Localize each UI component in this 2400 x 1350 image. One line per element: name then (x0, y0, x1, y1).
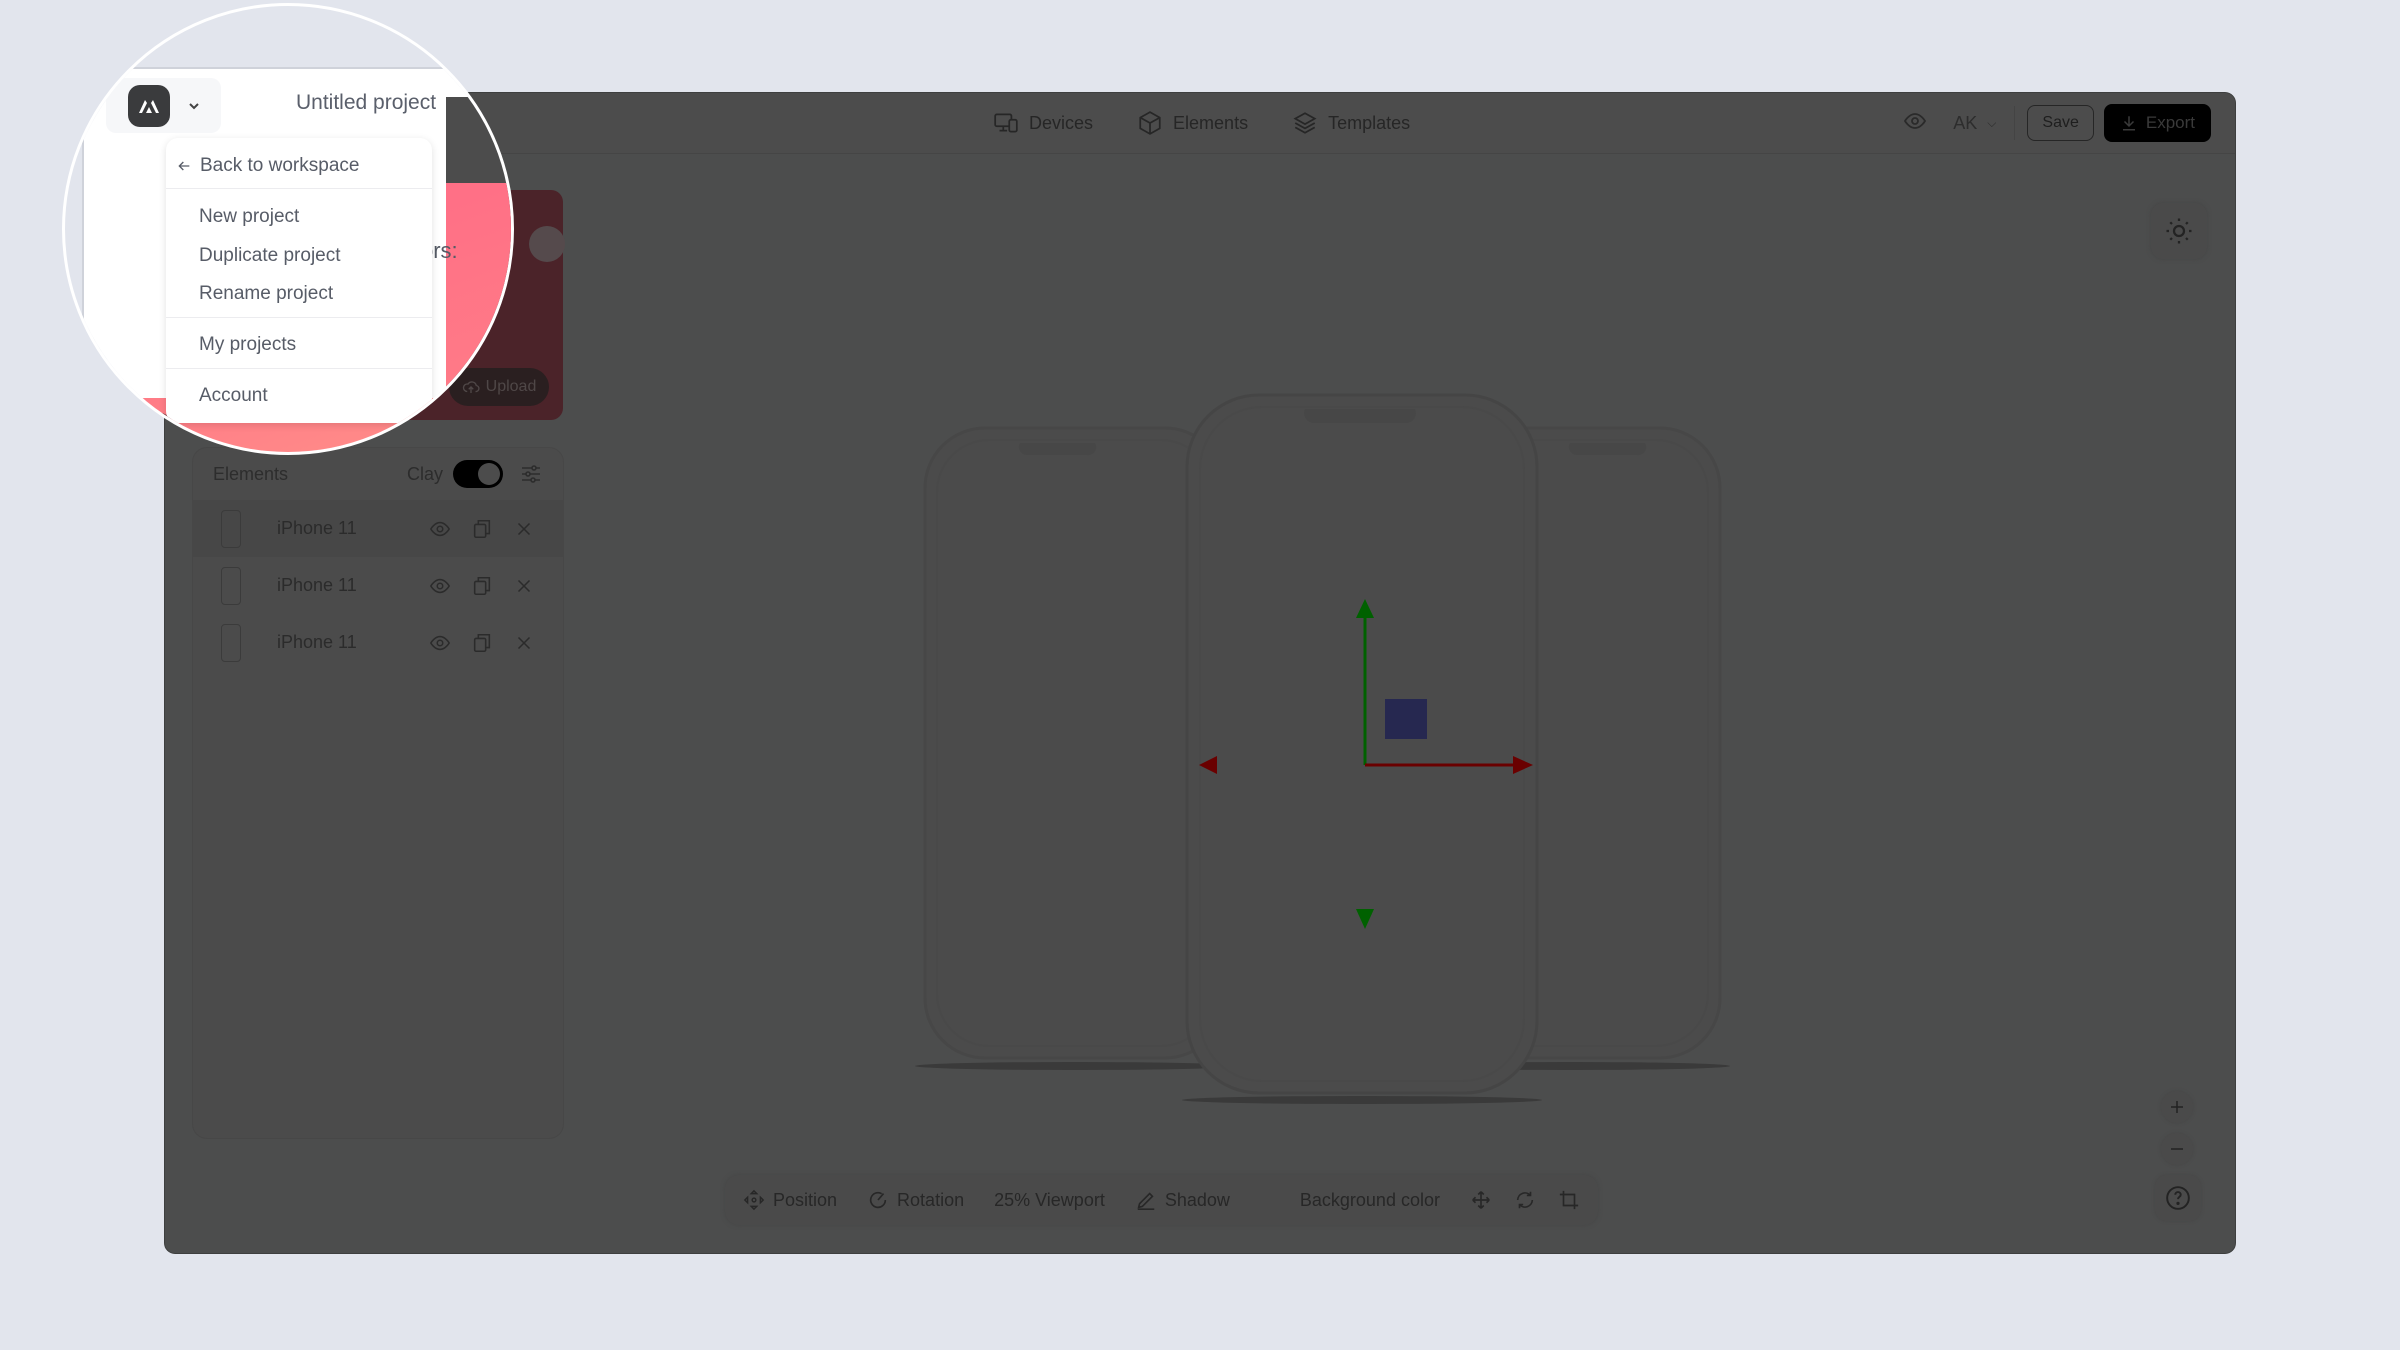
menu-item-duplicate-project[interactable]: Duplicate project (199, 245, 341, 267)
eye-icon[interactable] (429, 632, 451, 654)
devices-icon (994, 113, 1018, 133)
magnifier-callout: ors: Untitled project Back to workspace … (62, 3, 514, 455)
duplicate-icon[interactable] (471, 632, 493, 654)
gizmo-plane-handle (1385, 699, 1427, 739)
sliders-icon[interactable] (519, 462, 543, 486)
project-dropdown-menu: Back to workspace New project Duplicate … (166, 138, 432, 423)
preview-button[interactable] (1903, 109, 1927, 138)
menu-item-account[interactable]: Account (199, 385, 268, 407)
element-row[interactable]: iPhone 11 (193, 500, 563, 557)
pencil-icon (1137, 1192, 1155, 1210)
viewport-label: 25% Viewport (994, 1189, 1105, 1210)
transform-tools (1470, 1189, 1580, 1211)
export-label: Export (2145, 113, 2195, 132)
cube-icon (1139, 111, 1161, 135)
eye-icon[interactable] (429, 575, 451, 597)
menu-item-rename-project[interactable]: Rename project (199, 283, 333, 305)
back-label: Back to workspace (200, 155, 360, 176)
header-actions: AK ⌵ Save Export (1903, 93, 2211, 153)
app-logo (128, 84, 170, 127)
eye-icon (1904, 112, 1927, 129)
phone-thumbnail (221, 623, 241, 662)
export-button[interactable]: Export (2103, 104, 2211, 142)
main-nav: Devices Elements Templates (993, 93, 1410, 153)
menu-divider (166, 368, 432, 369)
theme-toggle-button[interactable] (2151, 203, 2207, 259)
shadow-button[interactable]: Shadow (1135, 1189, 1230, 1211)
menu-divider (166, 317, 432, 318)
background-color-label: Background color (1299, 1189, 1440, 1210)
duplicate-icon[interactable] (471, 575, 493, 597)
crop-icon[interactable] (1558, 1189, 1580, 1211)
position-button[interactable]: Position (743, 1189, 837, 1211)
viewport-button[interactable]: 25% Viewport (994, 1190, 1105, 1211)
nav-elements[interactable]: Elements (1137, 110, 1248, 136)
refresh-icon[interactable] (1514, 1189, 1536, 1211)
zoom-out-button[interactable] (2161, 1133, 2193, 1165)
bottom-toolbar: Position Rotation 25% Viewport Shadow Ba… (725, 1175, 1598, 1225)
close-icon[interactable] (513, 632, 535, 654)
toggle-knob (478, 463, 500, 485)
help-button[interactable] (2155, 1175, 2201, 1221)
element-name: iPhone 11 (277, 518, 357, 538)
project-title: Untitled project (296, 91, 437, 114)
element-name: iPhone 11 (277, 575, 357, 595)
phone-thumbnail (221, 509, 241, 548)
element-row[interactable]: iPhone 11 (193, 557, 563, 614)
eye-icon[interactable] (429, 518, 451, 540)
nav-templates[interactable]: Templates (1292, 110, 1410, 136)
shadow-label: Shadow (1164, 1189, 1230, 1210)
help-icon (2166, 1186, 2190, 1210)
3d-canvas[interactable] (545, 243, 1985, 1123)
user-initials: AK (1953, 112, 1978, 133)
rotate-icon (869, 1191, 887, 1209)
minus-icon (2171, 1148, 2183, 1150)
layers-icon (1293, 112, 1317, 134)
project-menu-trigger[interactable] (106, 78, 221, 133)
move-arrows-icon[interactable] (1470, 1189, 1492, 1211)
logo-icon (139, 99, 159, 113)
chevron-down-icon (189, 102, 199, 109)
elements-panel-header: Elements Clay (193, 448, 563, 500)
close-icon[interactable] (513, 518, 535, 540)
arrow-left-icon (178, 161, 190, 171)
nav-elements-label: Elements (1173, 112, 1249, 133)
element-row[interactable]: iPhone 11 (193, 614, 563, 671)
close-icon[interactable] (513, 575, 535, 597)
menu-item-my-projects[interactable]: My projects (199, 334, 296, 356)
nav-templates-label: Templates (1328, 112, 1411, 133)
clay-toggle[interactable] (453, 460, 503, 488)
move-icon (743, 1189, 765, 1211)
plus-icon (2171, 1101, 2183, 1113)
nav-devices[interactable]: Devices (993, 110, 1093, 136)
divider (2014, 106, 2016, 140)
menu-divider (166, 188, 432, 189)
position-label: Position (773, 1189, 838, 1210)
nav-devices-label: Devices (1029, 112, 1094, 133)
phone-thumbnail (221, 566, 241, 605)
duplicate-icon[interactable] (471, 518, 493, 540)
elements-panel: Elements Clay iPhone 11 iPhone 11 iPhone… (193, 448, 563, 1138)
download-icon (2122, 116, 2135, 131)
background-color-button[interactable]: Background color (1300, 1190, 1440, 1211)
phone-center[interactable] (1182, 393, 1542, 1104)
elements-title: Elements (213, 463, 289, 484)
element-name: iPhone 11 (277, 632, 357, 652)
rotation-button[interactable]: Rotation (867, 1189, 964, 1211)
rotation-label: Rotation (897, 1189, 965, 1210)
menu-item-new-project[interactable]: New project (199, 206, 299, 228)
sun-icon (2166, 218, 2192, 244)
chevron-down-icon: ⌵ (1987, 115, 1997, 130)
menu-item-back-to-workspace[interactable]: Back to workspace (176, 155, 359, 177)
clay-label: Clay (406, 463, 443, 484)
save-button[interactable]: Save (2027, 105, 2094, 141)
zoom-in-button[interactable] (2161, 1091, 2193, 1123)
user-menu[interactable]: AK ⌵ (1953, 113, 1996, 134)
